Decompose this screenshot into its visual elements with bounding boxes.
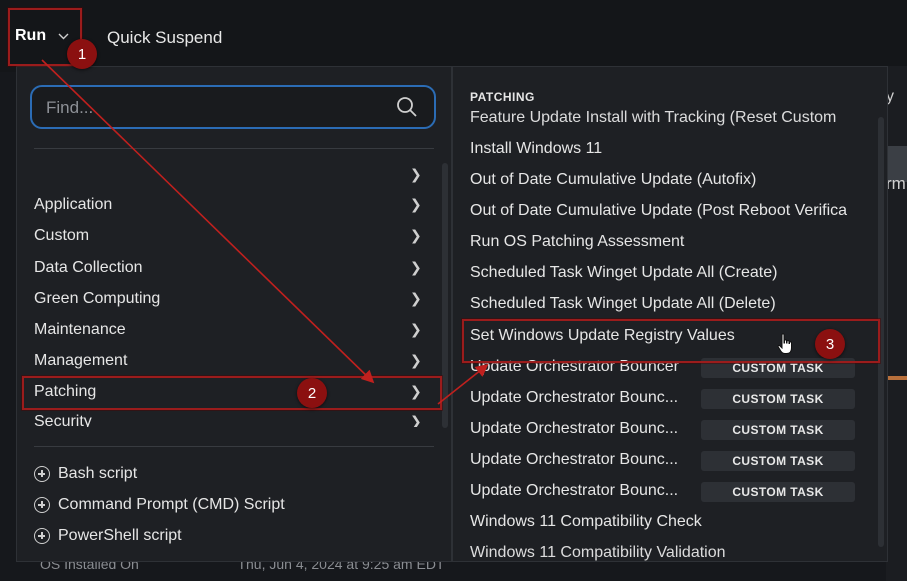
- patching-tasks-panel: PATCHING Feature Update Install with Tra…: [452, 66, 888, 562]
- task-item[interactable]: Update Orchestrator Bounc...: [470, 420, 678, 438]
- category-label: Management: [34, 352, 128, 369]
- add-cmd-script[interactable]: Command Prompt (CMD) Script: [34, 496, 285, 514]
- category-item-data-collection[interactable]: Data Collection ❯: [17, 254, 447, 284]
- category-item-maintenance[interactable]: Maintenance ❯: [17, 316, 447, 346]
- custom-task-badge: CUSTOM TASK: [701, 451, 855, 471]
- task-item[interactable]: Out of Date Cumulative Update (Post Rebo…: [470, 202, 860, 220]
- search-input[interactable]: [44, 95, 388, 121]
- quick-suspend-button[interactable]: Quick Suspend: [107, 28, 222, 48]
- search-icon[interactable]: [396, 96, 418, 123]
- task-item[interactable]: Update Orchestrator Bounc...: [470, 389, 678, 407]
- background-page-edge: y rm: [886, 66, 907, 581]
- tasks-scrollbar[interactable]: [878, 117, 884, 547]
- chevron-right-icon: ❯: [410, 196, 422, 212]
- run-menu-categories-panel: ❯ Application ❯ Custom ❯ Data Collection…: [16, 66, 452, 562]
- task-item[interactable]: Run OS Patching Assessment: [470, 233, 684, 251]
- custom-task-badge: CUSTOM TASK: [701, 389, 855, 409]
- step-2-badge: 2: [297, 378, 327, 408]
- task-item[interactable]: Install Windows 11: [470, 140, 602, 158]
- chevron-right-icon: ❯: [410, 352, 422, 368]
- task-item[interactable]: Windows 11 Compatibility Check: [470, 513, 702, 531]
- chevron-right-icon: ❯: [410, 413, 422, 427]
- custom-task-badge: CUSTOM TASK: [701, 420, 855, 440]
- background-text: rm: [886, 174, 906, 193]
- task-item[interactable]: Update Orchestrator Bounc...: [470, 482, 678, 500]
- task-item[interactable]: Scheduled Task Winget Update All (Delete…: [470, 295, 776, 313]
- category-item-unnamed[interactable]: ❯: [17, 161, 447, 191]
- add-powershell-script[interactable]: PowerShell script: [34, 527, 182, 545]
- category-label: Maintenance: [34, 321, 126, 338]
- category-label: Data Collection: [34, 259, 143, 276]
- category-label: Application: [34, 196, 113, 213]
- search-box: [30, 85, 436, 129]
- chevron-right-icon: ❯: [410, 227, 422, 243]
- category-item-application[interactable]: Application ❯: [17, 191, 447, 221]
- divider: [34, 446, 434, 447]
- plus-circle-icon: [34, 497, 50, 513]
- top-toolbar: Run Quick Suspend: [0, 0, 907, 72]
- category-item-green-computing[interactable]: Green Computing ❯: [17, 285, 447, 315]
- task-item[interactable]: Scheduled Task Winget Update All (Create…: [470, 264, 777, 282]
- plus-circle-icon: [34, 528, 50, 544]
- task-item[interactable]: Out of Date Cumulative Update (Autofix): [470, 171, 756, 189]
- task-item[interactable]: Update Orchestrator Bounc...: [470, 451, 678, 469]
- custom-task-badge: CUSTOM TASK: [701, 358, 855, 378]
- category-item-custom[interactable]: Custom ❯: [17, 222, 447, 252]
- add-bash-script[interactable]: Bash script: [34, 465, 137, 483]
- chevron-right-icon: ❯: [410, 166, 422, 182]
- category-item-patching[interactable]: Patching ❯: [17, 378, 447, 408]
- script-label: Bash script: [58, 465, 138, 482]
- step-1-badge: 1: [67, 39, 97, 69]
- step-3-badge: 3: [815, 329, 845, 359]
- chevron-right-icon: ❯: [410, 321, 422, 337]
- custom-task-badge: CUSTOM TASK: [701, 482, 855, 502]
- task-item-set-windows-update-registry-values[interactable]: Set Windows Update Registry Values: [470, 327, 735, 345]
- task-item[interactable]: Windows 11 Compatibility Validation: [470, 544, 726, 561]
- category-label: Patching: [34, 383, 97, 400]
- category-label: Security: [34, 413, 92, 427]
- chevron-down-icon: [58, 29, 69, 43]
- chevron-right-icon: ❯: [410, 259, 422, 275]
- divider: [34, 148, 434, 149]
- category-item-management[interactable]: Management ❯: [17, 347, 447, 377]
- run-button-label: Run: [15, 27, 47, 44]
- script-label: Command Prompt (CMD) Script: [58, 496, 285, 513]
- task-item[interactable]: Feature Update Install with Tracking (Re…: [470, 109, 860, 127]
- chevron-right-icon: ❯: [410, 383, 422, 399]
- category-item-security[interactable]: Security ❯: [17, 409, 447, 427]
- script-label: PowerShell script: [58, 527, 182, 544]
- task-item[interactable]: Update Orchestrator Bouncer: [470, 358, 679, 376]
- section-title: PATCHING: [470, 90, 535, 104]
- plus-circle-icon: [34, 466, 50, 482]
- background-accent-bar: [886, 376, 907, 380]
- category-label: Custom: [34, 227, 90, 244]
- categories-scrollbar[interactable]: [442, 163, 448, 428]
- category-label: Green Computing: [34, 290, 161, 307]
- hand-pointer-icon: [777, 333, 795, 360]
- chevron-right-icon: ❯: [410, 290, 422, 306]
